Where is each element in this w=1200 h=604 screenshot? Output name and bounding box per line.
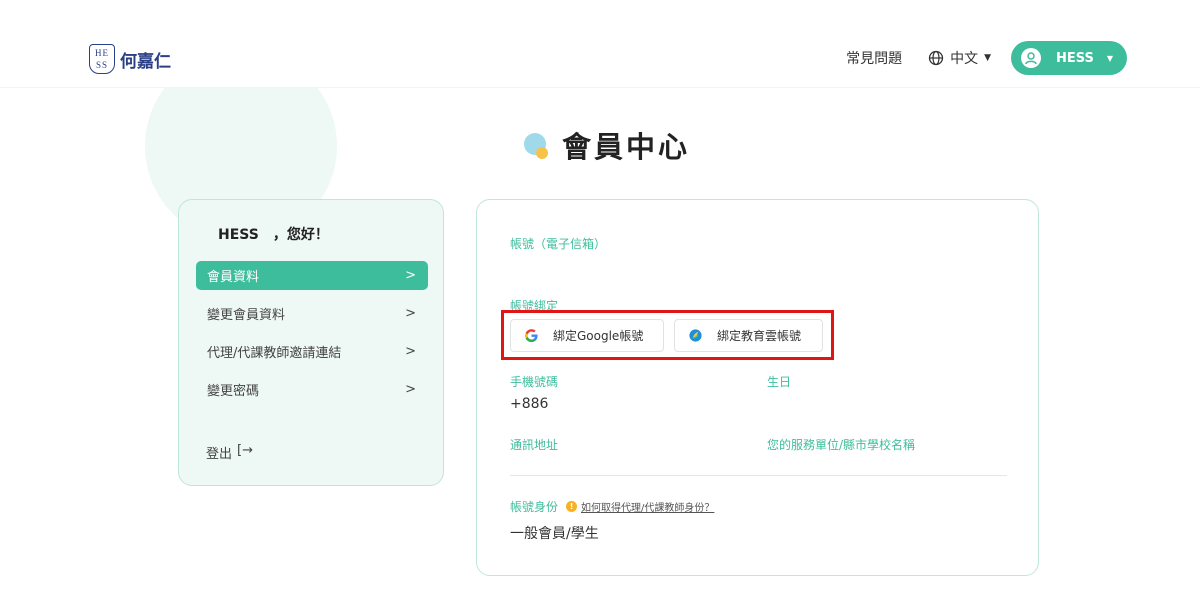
language-selector[interactable]: 中文 ▼ — [928, 48, 991, 68]
email-label: 帳號（電子信箱） — [510, 237, 607, 251]
account-panel: 帳號（電子信箱） 帳號綁定 綁定Google帳號 綁定教育雲帳號 手機號碼 +8… — [476, 199, 1039, 576]
sidebar-item-change-password[interactable]: 變更密碼 > — [196, 375, 428, 404]
birthday-label: 生日 — [767, 375, 792, 389]
sidebar-item-label: 變更密碼 — [207, 384, 260, 399]
user-name: HESS — [1056, 50, 1094, 66]
logo-mark: HE SS — [89, 44, 115, 74]
chevron-down-icon: ▼ — [1106, 53, 1113, 63]
sidebar-item-label: 變更會員資料 — [207, 308, 286, 323]
logo-text: 何嘉仁 — [120, 51, 171, 72]
sidebar-item-member-info[interactable]: 會員資料 > — [196, 261, 428, 290]
user-menu-button[interactable]: HESS ▼ — [1011, 41, 1127, 75]
page-title: 會員中心 — [522, 124, 690, 166]
chevron-right-icon: > — [405, 268, 416, 283]
faq-link[interactable]: 常見問題 — [846, 48, 902, 68]
address-label: 通訊地址 — [510, 438, 559, 452]
phone-value: +886 — [510, 396, 549, 412]
chevron-right-icon: > — [405, 306, 416, 321]
phone-label: 手機號碼 — [510, 375, 559, 389]
sidebar-item-edit-info[interactable]: 變更會員資料 > — [196, 299, 428, 328]
identity-row: 帳號身份 ! 如何取得代理/代課教師身份？ — [510, 498, 714, 515]
page-title-text: 會員中心 — [562, 130, 691, 164]
sidebar-item-invite-link[interactable]: 代理/代課教師邀請連結 > — [196, 337, 428, 366]
member-sidebar: HESS ，您好！ 會員資料 > 變更會員資料 > 代理/代課教師邀請連結 > … — [178, 199, 444, 486]
logout-link[interactable]: 登出 [→ — [206, 443, 253, 462]
highlight-box — [501, 310, 834, 360]
user-avatar-icon — [1021, 48, 1041, 68]
title-dots-icon — [522, 127, 554, 163]
divider — [510, 475, 1007, 476]
school-label: 您的服務單位/縣市學校名稱 — [767, 438, 916, 452]
identity-value: 一般會員/學生 — [510, 526, 599, 542]
identity-label: 帳號身份 — [510, 500, 559, 514]
sidebar-item-label: 代理/代課教師邀請連結 — [207, 346, 342, 361]
globe-icon — [928, 50, 944, 66]
language-label: 中文 — [950, 51, 979, 67]
info-icon: ! — [566, 501, 578, 512]
logout-icon: [→ — [237, 443, 253, 458]
logout-label: 登出 — [206, 447, 233, 462]
site-header: HE SS 何嘉仁 常見問題 中文 ▼ HESS ▼ — [0, 0, 1200, 88]
chevron-right-icon: > — [405, 382, 416, 397]
sidebar-item-label: 會員資料 — [207, 270, 260, 285]
greeting: HESS ，您好！ — [218, 227, 329, 243]
chevron-right-icon: > — [405, 344, 416, 359]
top-nav: 常見問題 中文 ▼ HESS ▼ — [846, 41, 1127, 75]
logo[interactable]: HE SS 何嘉仁 — [89, 44, 171, 74]
chevron-down-icon: ▼ — [984, 53, 991, 63]
identity-help-link[interactable]: 如何取得代理/代課教師身份？ — [581, 499, 714, 514]
